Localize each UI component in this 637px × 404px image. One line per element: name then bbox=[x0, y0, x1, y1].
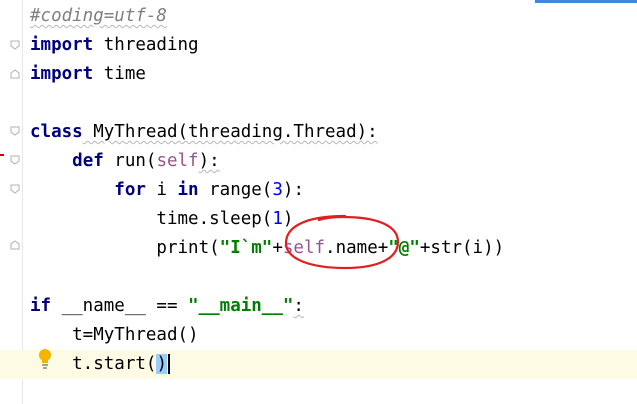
code-token: self bbox=[282, 238, 326, 258]
fold-marker-icon[interactable] bbox=[10, 69, 20, 79]
fold-marker-icon[interactable] bbox=[10, 155, 20, 165]
code-line[interactable]: t.start() bbox=[0, 350, 637, 379]
code-token: import bbox=[30, 35, 94, 55]
lightbulb-icon[interactable] bbox=[38, 348, 52, 370]
code-line[interactable]: time.sleep(1) bbox=[30, 205, 293, 234]
code-token: ) bbox=[156, 354, 167, 374]
code-token: ): bbox=[198, 151, 220, 171]
editor-tab-indicator bbox=[535, 0, 637, 3]
code-token: for bbox=[114, 180, 146, 200]
code-line[interactable]: import threading bbox=[30, 31, 199, 60]
code-token: class bbox=[30, 122, 83, 142]
code-token: def bbox=[72, 151, 104, 171]
code-token: import bbox=[30, 64, 94, 84]
code-token: ) bbox=[282, 209, 294, 229]
code-token: print( bbox=[30, 238, 220, 258]
code-token: +str(i)) bbox=[419, 238, 505, 258]
fold-marker-icon[interactable] bbox=[10, 240, 20, 250]
code-token: "@" bbox=[388, 238, 420, 258]
code-token: range( bbox=[198, 180, 273, 200]
code-line[interactable]: print("I`m"+self.name+"@"+str(i)) bbox=[30, 234, 504, 263]
code-token: + bbox=[272, 238, 283, 258]
code-token: threading bbox=[93, 35, 199, 55]
code-token: 1 bbox=[272, 209, 283, 229]
code-token: run( bbox=[103, 151, 157, 171]
gutter-marker bbox=[0, 154, 4, 156]
code-token: time.sleep( bbox=[30, 209, 273, 229]
code-token: i bbox=[145, 180, 178, 200]
fold-marker-icon[interactable] bbox=[10, 40, 20, 50]
code-token: #coding=utf-8 bbox=[30, 6, 167, 26]
code-line[interactable]: if __name__ == "__main__": bbox=[30, 292, 304, 321]
fold-marker-icon[interactable] bbox=[10, 126, 20, 136]
code-editor[interactable]: #coding=utf-8 import threading import time… bbox=[0, 0, 637, 404]
editor-gutter bbox=[0, 0, 23, 404]
code-token: time bbox=[93, 64, 146, 84]
code-token: : bbox=[293, 296, 304, 316]
code-token: "__main__" bbox=[188, 296, 294, 316]
code-token: MyThread(threading.Thread): bbox=[82, 122, 378, 142]
fold-marker-icon[interactable] bbox=[10, 184, 20, 194]
code-token: if bbox=[30, 296, 52, 316]
code-line[interactable]: def run(self): bbox=[30, 147, 220, 176]
code-token: self bbox=[156, 151, 199, 171]
code-token: .name+ bbox=[325, 238, 389, 258]
code-token: ): bbox=[282, 180, 304, 200]
code-line[interactable]: #coding=utf-8 bbox=[30, 2, 167, 31]
code-token: t=MyThread() bbox=[30, 325, 199, 345]
text-caret bbox=[167, 354, 170, 374]
code-token: "I`m" bbox=[219, 238, 273, 258]
code-line[interactable]: for i in range(3): bbox=[30, 176, 304, 205]
code-line[interactable]: import time bbox=[30, 60, 146, 89]
code-line[interactable]: class MyThread(threading.Thread): bbox=[30, 118, 378, 147]
code-line[interactable]: t=MyThread() bbox=[30, 321, 199, 350]
code-token: 3 bbox=[272, 180, 283, 200]
code-token: __name__ == bbox=[51, 296, 189, 316]
code-token: in bbox=[177, 180, 199, 200]
